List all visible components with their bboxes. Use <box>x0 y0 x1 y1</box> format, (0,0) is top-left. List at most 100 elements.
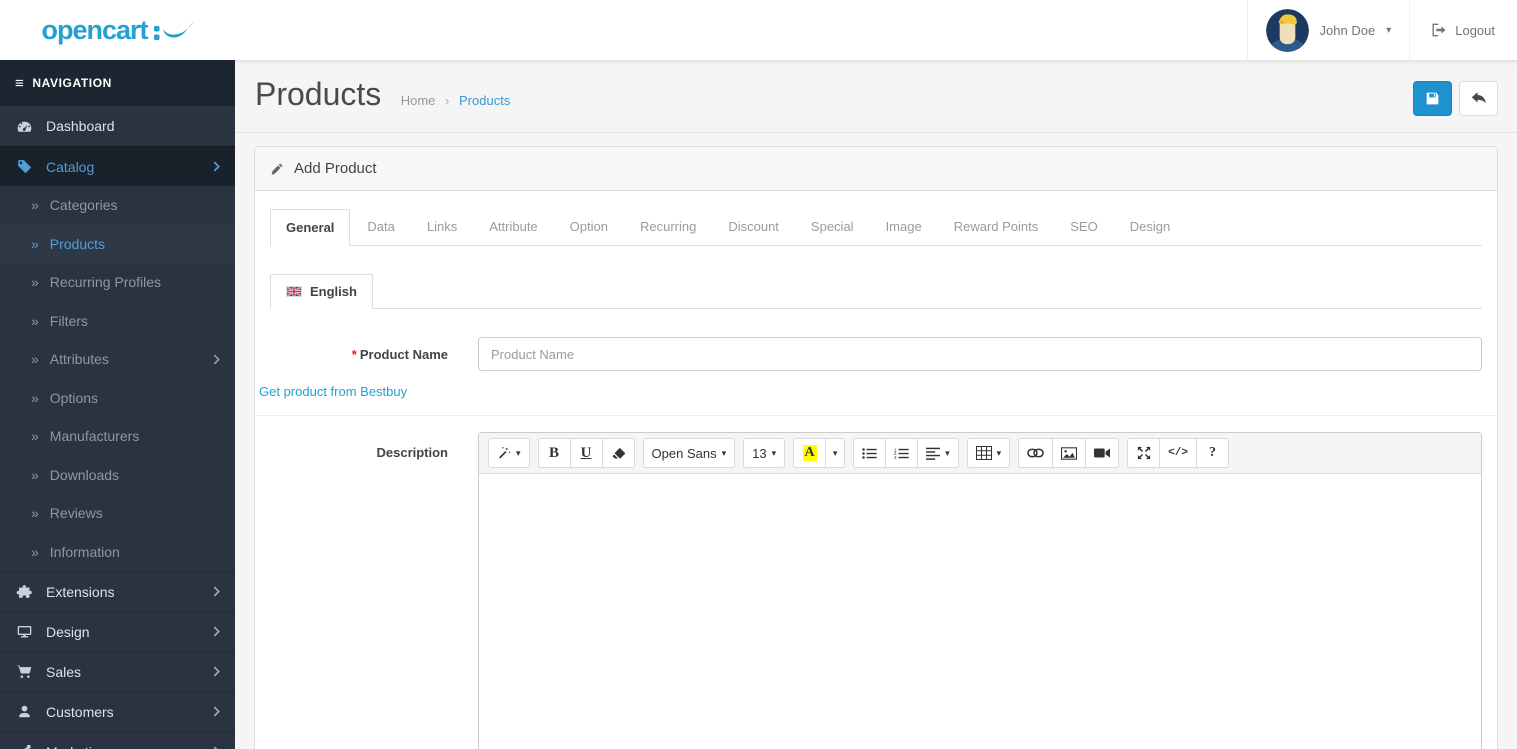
sidebar-item-catalog[interactable]: Catalog <box>0 146 235 186</box>
tab-seo[interactable]: SEO <box>1055 209 1112 246</box>
tab-data[interactable]: Data <box>352 209 409 246</box>
double-angle-icon: » <box>31 428 39 445</box>
font-color-button[interactable]: A <box>793 438 827 468</box>
tab-general[interactable]: General <box>270 209 351 246</box>
save-icon <box>1426 92 1439 105</box>
tab-recurring[interactable]: Recurring <box>625 209 711 246</box>
style-group: ▾ <box>488 438 530 468</box>
double-angle-icon: » <box>31 274 39 291</box>
sidebar-subitem-label: Recurring Profiles <box>49 274 162 291</box>
editor-content-area[interactable] <box>479 474 1481 749</box>
sidebar-subitem-attributes[interactable]: » Attributes <box>0 340 235 379</box>
fontsize-group: 13 ▾ <box>743 438 786 468</box>
font-family-dropdown[interactable]: Open Sans ▾ <box>642 438 736 468</box>
user-menu[interactable]: John Doe ▾ <box>1246 0 1410 60</box>
insert-group <box>1018 438 1120 468</box>
page-title: Products <box>255 76 382 112</box>
insert-link-button[interactable] <box>1018 438 1054 468</box>
double-angle-icon: » <box>31 466 39 483</box>
sidebar-item-sales[interactable]: Sales <box>0 651 235 691</box>
bold-button[interactable]: B <box>537 438 571 468</box>
code-view-button[interactable]: </> <box>1159 438 1197 468</box>
tab-option[interactable]: Option <box>555 209 623 246</box>
header-right: John Doe ▾ Logout <box>1246 0 1517 60</box>
bullet-list-icon <box>862 447 877 459</box>
sidebar-item-design[interactable]: Design <box>0 611 235 651</box>
sidebar-item-label: Marketing <box>46 744 107 749</box>
table-dropdown[interactable]: ▾ <box>966 438 1011 468</box>
breadcrumb-products[interactable]: Products <box>459 93 510 108</box>
description-row: Description ▾ B U Open Sans ▾ 13 ▾ A ▾ 1… <box>270 432 1482 749</box>
help-button[interactable]: ? <box>1195 438 1229 468</box>
format-group: B U <box>537 438 635 468</box>
font-size-dropdown[interactable]: 13 ▾ <box>743 438 786 468</box>
product-name-row: * Product Name <box>270 337 1482 371</box>
tab-special[interactable]: Special <box>796 209 869 246</box>
sidebar-subitem-information[interactable]: » Information <box>0 533 235 572</box>
shopping-cart-icon <box>15 663 33 680</box>
tab-image[interactable]: Image <box>871 209 937 246</box>
get-product-bestbuy-link[interactable]: Get product from Bestbuy <box>259 384 407 399</box>
sidebar-item-label: Design <box>46 623 90 640</box>
tab-attribute[interactable]: Attribute <box>474 209 552 246</box>
font-color-dropdown[interactable]: ▾ <box>825 438 846 468</box>
video-icon <box>1094 448 1111 458</box>
fullscreen-button[interactable] <box>1127 438 1161 468</box>
sidebar-subitem-options[interactable]: » Options <box>0 379 235 418</box>
breadcrumb-home[interactable]: Home <box>401 93 436 108</box>
double-angle-icon: » <box>31 351 39 368</box>
top-header: opencart John Doe ▾ Logout <box>0 0 1517 60</box>
uk-flag-icon <box>286 286 302 297</box>
sidebar-subitem-products[interactable]: » Products <box>0 224 235 263</box>
sidebar-subitem-label: Categories <box>49 197 118 214</box>
sidebar-subitem-label: Attributes <box>49 351 109 368</box>
panel-title: Add Product <box>294 160 377 177</box>
tag-icon <box>15 158 33 175</box>
caret-down-icon: ▾ <box>1386 24 1392 36</box>
save-button[interactable] <box>1413 81 1452 116</box>
product-name-input[interactable] <box>478 337 1482 371</box>
sidebar-subitem-recurring-profiles[interactable]: » Recurring Profiles <box>0 263 235 302</box>
cart-swoosh-icon <box>153 21 194 40</box>
user-icon <box>15 703 33 720</box>
monitor-icon <box>15 623 33 640</box>
insert-video-button[interactable] <box>1085 438 1120 468</box>
insert-image-button[interactable] <box>1052 438 1087 468</box>
hamburger-icon: ≡ <box>15 74 25 92</box>
tab-english[interactable]: English <box>270 274 373 309</box>
sidebar-item-extensions[interactable]: Extensions <box>0 571 235 611</box>
language-tab-label: English <box>310 284 357 299</box>
tab-design[interactable]: Design <box>1115 209 1185 246</box>
sidebar-item-dashboard[interactable]: Dashboard <box>0 106 235 146</box>
logout-button[interactable]: Logout <box>1409 0 1517 60</box>
undo-button[interactable] <box>1459 81 1498 116</box>
chevron-right-icon <box>213 666 220 677</box>
clear-format-button[interactable] <box>601 438 635 468</box>
tab-discount[interactable]: Discount <box>713 209 794 246</box>
navigation-label: NAVIGATION <box>32 76 112 90</box>
tab-links[interactable]: Links <box>412 209 472 246</box>
sidebar-subitem-label: Downloads <box>49 466 120 483</box>
opencart-logo[interactable]: opencart <box>0 0 235 60</box>
paragraph-align-dropdown[interactable]: ▾ <box>917 438 959 468</box>
sidebar-subitem-reviews[interactable]: » Reviews <box>0 494 235 533</box>
sidebar-subitem-filters[interactable]: » Filters <box>0 302 235 341</box>
link-icon <box>1027 448 1044 458</box>
unordered-list-button[interactable] <box>853 438 887 468</box>
caret-down-icon: ▾ <box>771 447 777 458</box>
sidebar-subitem-manufacturers[interactable]: » Manufacturers <box>0 417 235 456</box>
underline-button[interactable]: U <box>569 438 603 468</box>
tab-reward-points[interactable]: Reward Points <box>939 209 1054 246</box>
ordered-list-button[interactable]: 123 <box>885 438 919 468</box>
caret-down-icon: ▾ <box>945 447 950 458</box>
eraser-icon <box>612 447 625 458</box>
sidebar-item-marketing[interactable]: Marketing <box>0 731 235 749</box>
panel-body: General Data Links Attribute Option Recu… <box>255 191 1497 749</box>
magic-style-button[interactable]: ▾ <box>488 438 530 468</box>
sidebar-subitem-downloads[interactable]: » Downloads <box>0 456 235 495</box>
double-angle-icon: » <box>31 235 39 252</box>
sidebar-subitem-categories[interactable]: » Categories <box>0 186 235 225</box>
sidebar-item-customers[interactable]: Customers <box>0 691 235 731</box>
double-angle-icon: » <box>31 197 39 214</box>
sidebar-item-label: Catalog <box>46 158 95 175</box>
